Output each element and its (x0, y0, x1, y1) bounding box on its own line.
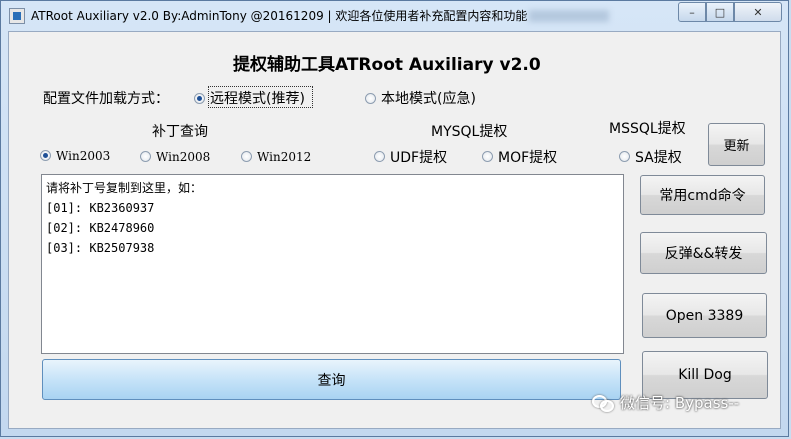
close-button[interactable]: ✕ (734, 2, 782, 22)
page-title: 提权辅助工具ATRoot Auxiliary v2.0 (233, 55, 541, 75)
radio-win2003[interactable] (40, 150, 51, 161)
radio-win2012[interactable] (241, 151, 252, 162)
textarea-line: [03]: KB2507938 (46, 241, 155, 255)
radio-local-mode-label[interactable]: 本地模式(应急) (381, 88, 476, 108)
radio-sa[interactable] (619, 151, 630, 162)
window-title: ATRoot Auxiliary v2.0 By:AdminTony @2016… (31, 9, 528, 23)
blurred-title-region (529, 10, 609, 22)
textarea-line: 请将补丁号复制到这里，如： (46, 181, 203, 195)
radio-remote-mode-label[interactable]: 远程模式(推荐) (210, 88, 305, 108)
title-bar: ATRoot Auxiliary v2.0 By:AdminTony @2016… (1, 1, 788, 31)
radio-udf-label[interactable]: UDF提权 (390, 147, 447, 167)
textarea-line: [01]: KB2360937 (46, 201, 155, 215)
wechat-icon (592, 394, 614, 412)
radio-win2003-label[interactable]: Win2003 (56, 149, 110, 163)
radio-remote-mode[interactable] (194, 93, 205, 104)
watermark-text: 微信号: Bypass-- (620, 394, 740, 412)
radio-win2012-label[interactable]: Win2012 (257, 150, 311, 164)
patch-input-textarea[interactable]: 请将补丁号复制到这里，如： [01]: KB2360937 [02]: KB24… (41, 174, 624, 354)
app-icon (9, 8, 25, 24)
watermark: 微信号: Bypass-- (592, 392, 739, 413)
minimize-button[interactable]: – (678, 2, 706, 22)
textarea-line: [02]: KB2478960 (46, 221, 155, 235)
radio-win2008[interactable] (140, 151, 151, 162)
mysql-section-label: MYSQL提权 (431, 124, 508, 140)
config-mode-label: 配置文件加载方式： (43, 91, 169, 107)
radio-local-mode[interactable] (365, 93, 376, 104)
radio-mof[interactable] (482, 151, 493, 162)
query-button[interactable]: 查询 (42, 359, 621, 400)
radio-sa-label[interactable]: SA提权 (635, 147, 682, 167)
common-cmd-button[interactable]: 常用cmd命令 (640, 175, 765, 215)
update-button[interactable]: 更新 (708, 123, 765, 166)
open-3389-button[interactable]: Open 3389 (642, 293, 767, 338)
reverse-forward-button[interactable]: 反弹&&转发 (640, 232, 767, 274)
radio-udf[interactable] (374, 151, 385, 162)
mssql-section-label: MSSQL提权 (609, 121, 686, 137)
maximize-button[interactable]: □ (706, 2, 734, 22)
patch-section-label: 补丁查询 (152, 124, 208, 140)
radio-mof-label[interactable]: MOF提权 (498, 147, 557, 167)
radio-win2008-label[interactable]: Win2008 (156, 150, 210, 164)
